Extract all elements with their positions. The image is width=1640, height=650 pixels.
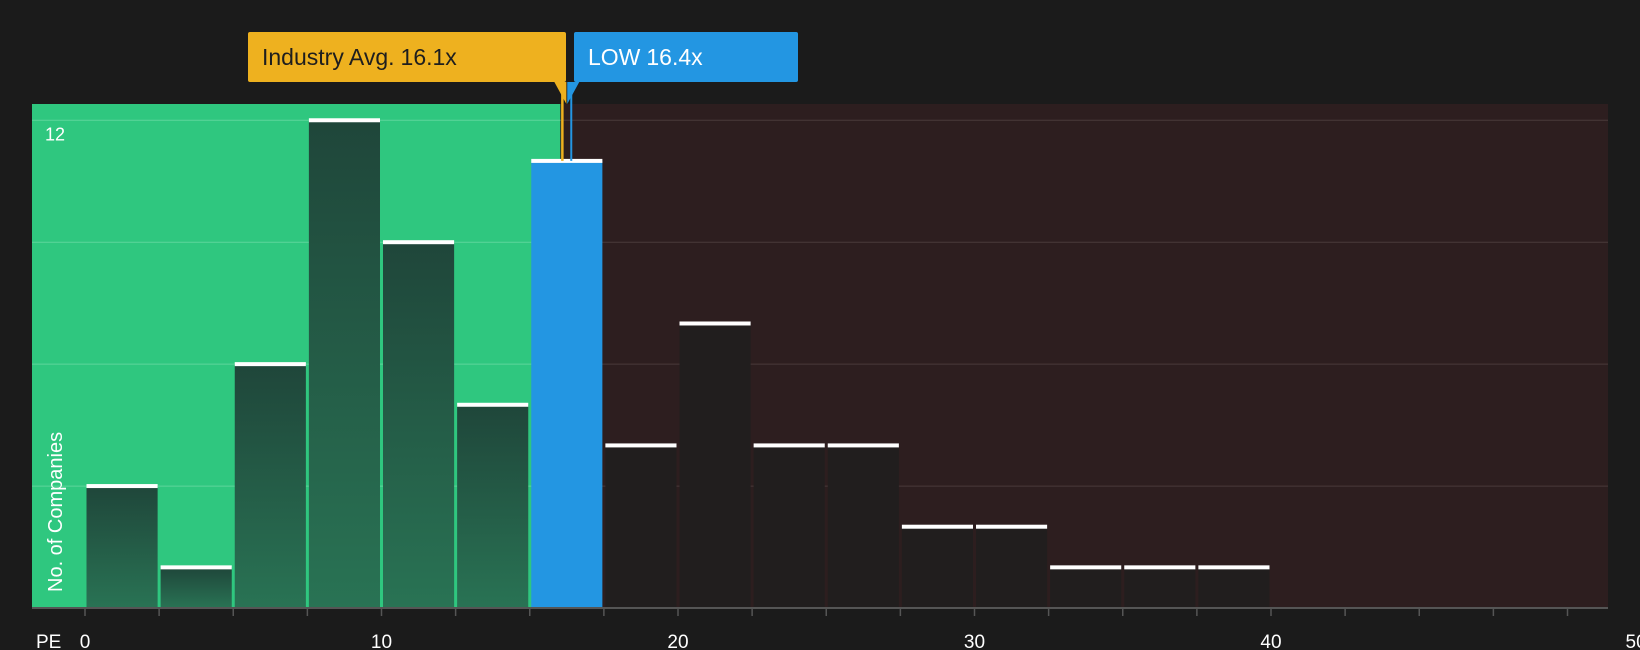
industry-average-value: 16.1x (400, 44, 457, 70)
bar-value-cap (234, 362, 306, 367)
histogram-bar (234, 364, 306, 608)
histogram-bar (753, 445, 825, 608)
company-pointer (567, 82, 580, 104)
x-axis-label: PE (36, 632, 61, 650)
industry-average-pointer (554, 82, 567, 104)
bar-value-cap (1198, 565, 1270, 570)
bar-value-cap (679, 321, 751, 326)
histogram-bar (308, 120, 380, 609)
company-pe-callout: LOW 16.4x (574, 32, 798, 82)
bar-value-cap (1050, 565, 1122, 570)
x-tick-label: 0 (80, 632, 91, 650)
bar-value-cap (160, 565, 232, 570)
pe-distribution-chart: PE 0 10 20 30 40 50+ 12 No. of Companies (32, 82, 1640, 650)
company-pe-value: 16.4x (646, 44, 703, 70)
histogram-bar (1124, 567, 1196, 608)
histogram-bar (827, 445, 899, 608)
x-tick-label: 10 (371, 632, 392, 650)
histogram-bar (383, 242, 455, 608)
x-tick-label: 40 (1260, 632, 1281, 650)
histogram-bar (86, 486, 158, 608)
bar-value-cap (901, 524, 973, 529)
bar-value-cap (383, 240, 455, 245)
industry-average-label: Industry Avg. (262, 44, 395, 70)
y-axis-label: No. of Companies (45, 432, 67, 592)
histogram-bar (531, 160, 603, 608)
y-tick-label: 12 (45, 124, 65, 144)
histogram-bar (976, 526, 1048, 608)
bar-value-cap (605, 443, 677, 448)
histogram-bar (1050, 567, 1122, 608)
company-ticker-label: LOW (588, 44, 641, 70)
industry-average-callout: Industry Avg. 16.1x (248, 32, 566, 82)
bar-value-cap (753, 443, 825, 448)
histogram-bar (605, 445, 677, 608)
x-tick-label: 20 (667, 632, 688, 650)
x-tick-label: 50+ (1626, 632, 1640, 650)
histogram-bar (457, 404, 529, 608)
bar-value-cap (457, 402, 529, 407)
bar-value-cap (86, 484, 158, 489)
histogram-bar (679, 323, 751, 608)
x-tick-label: 30 (964, 632, 985, 650)
bar-value-cap (531, 158, 603, 163)
bar-value-cap (976, 524, 1048, 529)
histogram-bar (901, 526, 973, 608)
bar-value-cap (827, 443, 899, 448)
histogram-bar (1198, 567, 1270, 608)
bar-value-cap (1124, 565, 1196, 570)
bar-value-cap (308, 118, 380, 123)
histogram-bar (160, 567, 232, 608)
